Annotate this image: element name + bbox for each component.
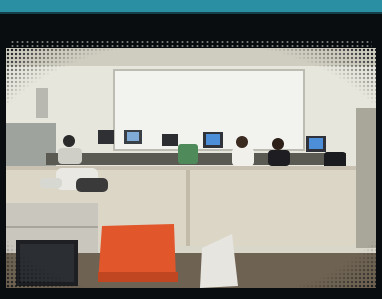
office-photo: [6, 48, 376, 288]
office-photo-image: [6, 48, 376, 288]
top-bar: [0, 0, 382, 14]
